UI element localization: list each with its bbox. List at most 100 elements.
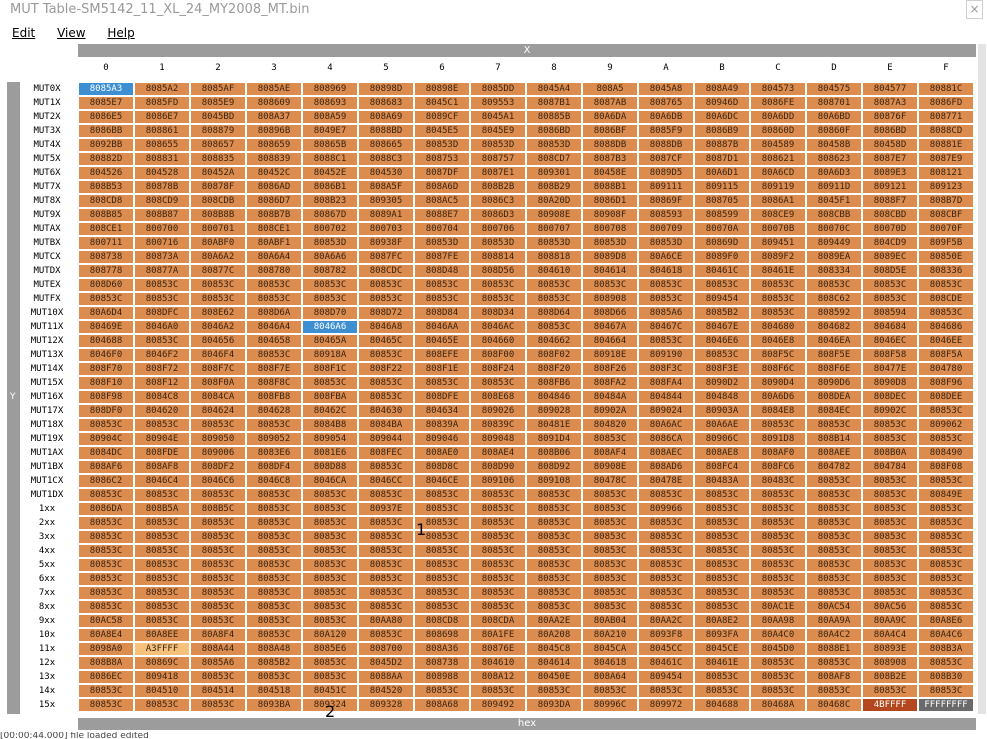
table-cell[interactable]: 804528 xyxy=(135,167,189,179)
table-cell[interactable]: 80853C xyxy=(79,685,133,697)
table-cell[interactable]: 808818 xyxy=(527,251,581,263)
table-cell[interactable]: 80A6D4 xyxy=(79,307,133,319)
table-cell[interactable]: 80853C xyxy=(135,419,189,431)
table-cell[interactable]: 80853C xyxy=(79,699,133,711)
table-cell[interactable]: 80483C xyxy=(751,475,805,487)
table-cell[interactable]: 80853C xyxy=(919,573,973,585)
table-cell[interactable]: 80853C xyxy=(191,279,245,291)
table-cell[interactable]: 80853C xyxy=(359,489,413,501)
table-cell[interactable]: 80876E xyxy=(471,643,525,655)
table-cell[interactable]: 80898E xyxy=(415,83,469,95)
table-cell[interactable]: 80853C xyxy=(527,545,581,557)
table-cell[interactable]: 809454 xyxy=(695,293,749,305)
table-cell[interactable]: 8089D5 xyxy=(639,167,693,179)
table-cell[interactable]: 800711 xyxy=(79,237,133,249)
table-cell[interactable]: 808621 xyxy=(751,153,805,165)
table-cell[interactable]: 80853C xyxy=(863,573,917,585)
table-cell[interactable]: 80853C xyxy=(79,517,133,529)
table-cell[interactable]: 80853C xyxy=(415,559,469,571)
table-cell[interactable]: 804530 xyxy=(359,167,413,179)
table-cell[interactable]: 809026 xyxy=(471,405,525,417)
table-cell[interactable]: 80853C xyxy=(695,671,749,683)
table-cell[interactable]: 8084DC xyxy=(79,447,133,459)
table-cell[interactable]: 80853C xyxy=(583,559,637,571)
table-cell[interactable]: 80853C xyxy=(471,517,525,529)
table-cell[interactable]: 80853C xyxy=(695,503,749,515)
table-cell[interactable]: 80AA98 xyxy=(751,615,805,627)
table-cell[interactable]: 808F1E xyxy=(415,363,469,375)
table-cell[interactable]: 8084C8 xyxy=(135,391,189,403)
table-cell[interactable]: 8046CC xyxy=(359,475,413,487)
table-cell[interactable]: 804628 xyxy=(247,405,301,417)
table-cell[interactable]: 808DFE xyxy=(415,391,469,403)
table-cell[interactable]: 80853C xyxy=(415,489,469,501)
table-cell[interactable]: 800708 xyxy=(583,223,637,235)
table-cell[interactable]: 8087E7 xyxy=(863,153,917,165)
table-cell[interactable]: 808B14 xyxy=(807,433,861,445)
table-cell[interactable]: 80853C xyxy=(919,503,973,515)
table-cell[interactable]: 80839A xyxy=(415,419,469,431)
table-cell[interactable]: 8046C4 xyxy=(135,475,189,487)
table-cell[interactable]: 8046A0 xyxy=(135,321,189,333)
table-cell[interactable]: 80465E xyxy=(415,335,469,347)
table-cell[interactable]: 809966 xyxy=(639,503,693,515)
table-cell[interactable]: 80853C xyxy=(191,293,245,305)
menu-view[interactable]: View xyxy=(57,26,85,40)
table-cell[interactable]: 80853C xyxy=(303,559,357,571)
table-cell[interactable]: 80A4C4 xyxy=(863,629,917,641)
table-cell[interactable]: 809454 xyxy=(639,671,693,683)
table-cell[interactable]: 80A6BD xyxy=(807,111,861,123)
table-cell[interactable]: 80853D xyxy=(303,237,357,249)
table-cell[interactable]: 80452A xyxy=(191,167,245,179)
table-cell[interactable]: 80853C xyxy=(863,685,917,697)
table-cell[interactable]: 80451C xyxy=(303,685,357,697)
table-cell[interactable]: 80908F xyxy=(583,209,637,221)
table-cell[interactable]: 8086C2 xyxy=(79,475,133,487)
table-cell[interactable]: 80853C xyxy=(247,293,301,305)
table-cell[interactable]: 4BFFFF xyxy=(863,699,917,711)
table-cell[interactable]: 808CD8 xyxy=(415,615,469,627)
table-cell[interactable]: 80467E xyxy=(695,321,749,333)
table-cell[interactable]: 808B2B xyxy=(471,181,525,193)
table-cell[interactable]: 808A5F xyxy=(359,181,413,193)
table-cell[interactable]: 808D8C xyxy=(415,461,469,473)
table-cell[interactable]: 808780 xyxy=(247,265,301,277)
table-cell[interactable]: 80853C xyxy=(863,545,917,557)
table-cell[interactable]: 8088E1 xyxy=(807,643,861,655)
table-cell[interactable]: 80867D xyxy=(303,209,357,221)
table-cell[interactable]: 8046A6 xyxy=(303,321,357,333)
table-cell[interactable]: 80A6A4 xyxy=(247,251,301,263)
table-cell[interactable]: 808F24 xyxy=(471,363,525,375)
table-cell[interactable]: 8085FD xyxy=(135,97,189,109)
table-cell[interactable]: 809024 xyxy=(639,405,693,417)
table-cell[interactable]: 8087AB xyxy=(583,97,637,109)
table-cell[interactable]: 80450E xyxy=(527,671,581,683)
table-cell[interactable]: 8089A1 xyxy=(359,209,413,221)
table-cell[interactable]: 8088E7 xyxy=(415,209,469,221)
table-cell[interactable]: 808F0A xyxy=(191,377,245,389)
table-cell[interactable]: 808753 xyxy=(415,153,469,165)
table-cell[interactable]: 80853C xyxy=(303,489,357,501)
table-cell[interactable]: 80481E xyxy=(527,419,581,431)
table-cell[interactable]: 80A6A6 xyxy=(303,251,357,263)
table-cell[interactable]: 80853C xyxy=(247,517,301,529)
table-cell[interactable]: 809301 xyxy=(527,167,581,179)
table-cell[interactable]: 80853C xyxy=(863,587,917,599)
table-cell[interactable]: 80070B xyxy=(751,223,805,235)
table-cell[interactable]: 80070D xyxy=(863,223,917,235)
table-cell[interactable]: 809050 xyxy=(191,433,245,445)
table-cell[interactable]: 809052 xyxy=(247,433,301,445)
table-cell[interactable]: 8085A2 xyxy=(135,83,189,95)
table-cell[interactable]: 809449 xyxy=(807,237,861,249)
table-cell[interactable]: 80483A xyxy=(695,475,749,487)
table-cell[interactable]: 808F20 xyxy=(527,363,581,375)
table-cell[interactable]: 8089F2 xyxy=(751,251,805,263)
table-cell[interactable]: 80853C xyxy=(303,587,357,599)
table-cell[interactable]: 80853C xyxy=(695,279,749,291)
table-cell[interactable]: 8086EC xyxy=(79,671,133,683)
table-cell[interactable]: 80902A xyxy=(583,405,637,417)
table-cell[interactable]: 80853C xyxy=(527,587,581,599)
table-cell[interactable]: 80853C xyxy=(79,545,133,557)
table-cell[interactable]: 80853C xyxy=(415,573,469,585)
table-cell[interactable]: 804577 xyxy=(863,83,917,95)
